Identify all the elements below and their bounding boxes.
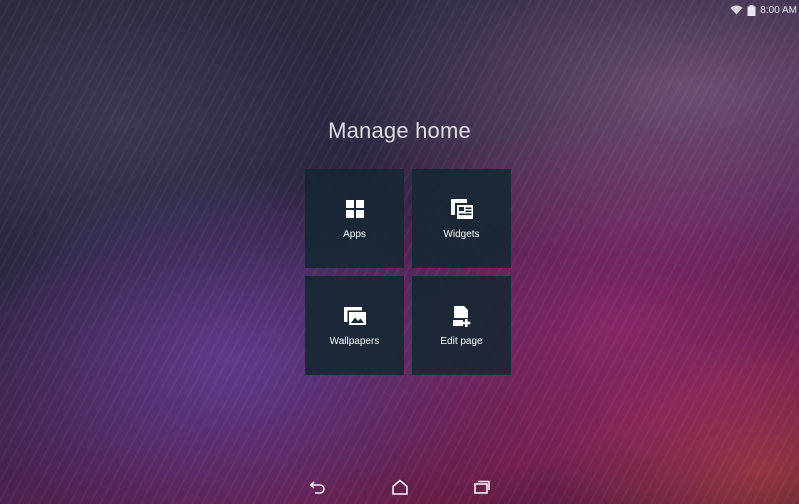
apps-tile[interactable]: Apps xyxy=(305,169,404,268)
widgets-icon xyxy=(450,198,474,220)
widgets-tile-label: Widgets xyxy=(443,228,480,240)
widgets-tile[interactable]: Widgets xyxy=(412,169,511,268)
edit-page-tile-label: Edit page xyxy=(440,335,483,347)
back-icon xyxy=(309,480,327,499)
home-button[interactable] xyxy=(387,476,413,502)
navigation-bar xyxy=(0,474,799,504)
edit-page-icon xyxy=(451,305,473,327)
apps-tile-label: Apps xyxy=(343,228,366,240)
manage-home-title: Manage home xyxy=(328,118,471,143)
back-button[interactable] xyxy=(305,476,331,502)
recent-apps-button[interactable] xyxy=(469,476,495,502)
edit-page-tile[interactable]: Edit page xyxy=(412,276,511,375)
battery-icon xyxy=(747,4,756,16)
recent-apps-icon xyxy=(473,480,491,499)
status-time: 8:00 AM xyxy=(760,4,797,16)
manage-home-menu: Apps Widgets Wallpapers Edit page xyxy=(305,169,511,375)
wifi-icon xyxy=(730,5,743,15)
status-bar: 8:00 AM xyxy=(657,0,799,20)
wallpapers-icon xyxy=(343,305,367,327)
wallpapers-tile[interactable]: Wallpapers xyxy=(305,276,404,375)
home-icon xyxy=(391,478,409,500)
apps-grid-icon xyxy=(345,198,365,220)
wallpapers-tile-label: Wallpapers xyxy=(329,335,380,347)
